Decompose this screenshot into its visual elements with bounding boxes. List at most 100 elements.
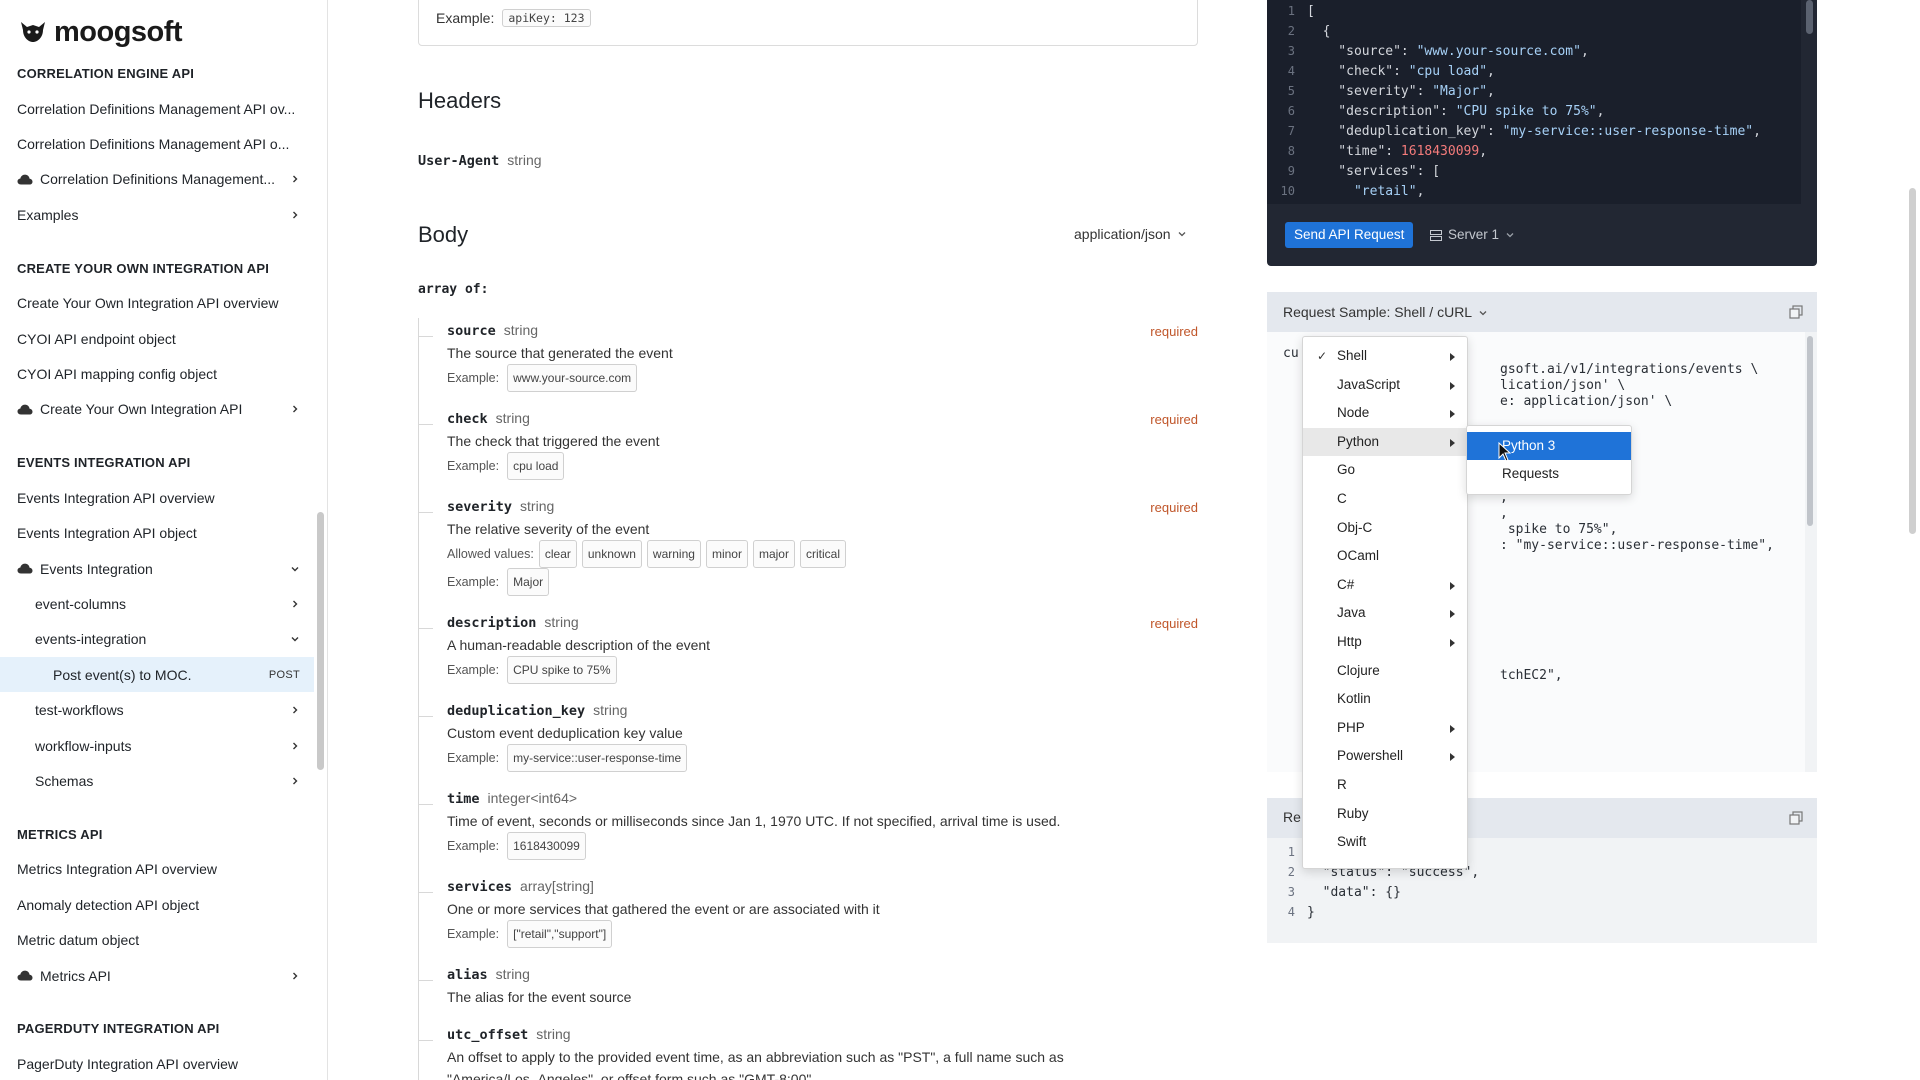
sidebar-item[interactable]: workflow-inputs — [0, 728, 314, 763]
line-number: 3 — [1287, 885, 1295, 899]
sidebar-item-label: CYOI API mapping config object — [17, 366, 217, 383]
language-menu-item[interactable]: Swift — [1303, 828, 1467, 857]
field-header: time integer<int64> — [447, 786, 1198, 810]
sidebar-item-label: Correlation Definitions Management API o… — [17, 100, 296, 117]
sidebar-item[interactable]: Events Integration API object — [0, 516, 314, 551]
allowed-value-tag: critical — [799, 540, 846, 568]
language-menu-item-label: R — [1337, 776, 1347, 792]
sidebar-item-label: Correlation Definitions Management... — [40, 171, 276, 188]
send-api-request-button[interactable]: Send API Request — [1285, 222, 1414, 248]
language-menu-item[interactable]: PHP — [1303, 714, 1467, 743]
field-example: Example: cpu load — [447, 452, 1198, 480]
code-text: [ — [1307, 4, 1315, 19]
sidebar-item[interactable]: Create Your Own Integration API — [0, 392, 314, 427]
sidebar-item[interactable]: Events Integration — [0, 551, 314, 586]
copy-icon[interactable] — [1789, 811, 1803, 825]
field-example: Example: my-service::user-response-time — [447, 744, 1198, 772]
language-menu-item[interactable]: C — [1303, 485, 1467, 514]
code-key: "services": — [1307, 164, 1433, 179]
field-header: alias string — [447, 962, 1198, 986]
sidebar-item[interactable]: Schemas — [0, 763, 314, 798]
language-menu-item[interactable]: Python — [1303, 427, 1467, 457]
sidebar-item[interactable]: events-integration — [0, 622, 314, 657]
field-header: source string — [447, 318, 1198, 342]
sidebar-item[interactable]: event-columns — [0, 586, 314, 621]
sidebar-item-label: test-workflows — [35, 702, 124, 719]
example-label: Example: — [447, 839, 500, 853]
language-menu-item[interactable]: Powershell — [1303, 742, 1467, 771]
line-number: 1 — [1287, 845, 1295, 859]
sidebar-item[interactable]: CYOI API mapping config object — [0, 356, 314, 391]
sidebar-scrollbar[interactable] — [317, 512, 324, 770]
sidebar-item[interactable]: Metric datum object — [0, 922, 314, 957]
language-menu-item[interactable]: Http — [1303, 628, 1467, 657]
code-line: 10 "retail", — [1267, 181, 1761, 201]
code-number: 1618430099 — [1400, 144, 1480, 159]
body-field: check string required The check that trigge… — [418, 406, 1198, 494]
sidebar-item[interactable]: Metrics API — [0, 958, 314, 993]
field-name: utc_offset — [447, 1027, 529, 1043]
request-code-fragment: : "my-service::user-response-time", — [1500, 538, 1774, 553]
language-menu-item-label: PHP — [1337, 719, 1365, 735]
field-type: integer<int64> — [487, 790, 578, 806]
sidebar-item[interactable]: PagerDuty Integration API overview — [0, 1046, 314, 1080]
body-field: deduplication_key string Custom event dedu… — [418, 698, 1198, 786]
language-menu-item[interactable]: C# — [1303, 571, 1467, 600]
language-menu-item[interactable]: Go — [1303, 456, 1467, 485]
field-name: deduplication_key — [447, 703, 586, 719]
request-body-code[interactable]: 1[2 {3 "source": "www.your-source.com", 4… — [1267, 0, 1813, 204]
server-value: Server 1 — [1448, 227, 1500, 242]
code-string: "Major" — [1432, 84, 1488, 99]
sidebar-item[interactable]: Correlation Definitions Management API o… — [0, 126, 314, 161]
mouse-cursor-icon — [1498, 442, 1512, 462]
code-text: { — [1307, 24, 1331, 39]
sidebar-item[interactable]: CYOI API endpoint object — [0, 321, 314, 356]
field-name: services — [447, 879, 513, 895]
sidebar-item[interactable]: Create Your Own Integration API overview — [0, 286, 314, 321]
example-label: Example: — [436, 10, 495, 26]
language-menu-item[interactable]: OCaml — [1303, 542, 1467, 571]
language-menu-item-label: Swift — [1337, 834, 1367, 850]
sidebar-item[interactable]: Examples — [0, 197, 314, 232]
language-menu-item-label: JavaScript — [1337, 376, 1401, 392]
sidebar-item[interactable]: Correlation Definitions Management... — [0, 162, 314, 197]
language-menu-item[interactable]: Obj-C — [1303, 514, 1467, 543]
moogsoft-logo-icon — [21, 22, 45, 42]
language-menu-item[interactable]: ✓ Shell — [1303, 342, 1467, 371]
code-string: "my-service::user-response-time" — [1502, 124, 1754, 139]
editor-scrollbar[interactable] — [1806, 0, 1813, 34]
python-submenu-item[interactable]: Requests — [1467, 460, 1631, 488]
field-description: Custom event deduplication key value — [447, 725, 683, 741]
language-menu-item[interactable]: Node — [1303, 399, 1467, 428]
sidebar-item[interactable]: Events Integration API overview — [0, 480, 314, 515]
request-sample-scrollbar[interactable] — [1807, 336, 1813, 526]
code-line: 2 { — [1267, 21, 1761, 41]
sidebar-item[interactable]: Anomaly detection API object — [0, 887, 314, 922]
sidebar-item[interactable]: Metrics Integration API overview — [0, 852, 314, 887]
content-type-select[interactable]: application/json — [1074, 226, 1187, 242]
chevron-right-icon — [293, 742, 298, 750]
code-key: "source": — [1307, 44, 1417, 59]
nav-section-title: PAGERDUTY INTEGRATION API — [17, 1021, 220, 1037]
language-menu: ✓ Shell JavaScript Node Python Go C Obj-C OCaml C… — [1302, 336, 1468, 869]
http-method-badge: POST — [268, 668, 300, 681]
field-type: string — [536, 1026, 571, 1042]
request-sample-language-select[interactable]: Request Sample: Shell / cURL — [1277, 300, 1495, 325]
language-menu-item[interactable]: R — [1303, 771, 1467, 800]
copy-icon[interactable] — [1789, 305, 1803, 319]
server-select[interactable]: Server 1 — [1430, 222, 1515, 248]
logo[interactable]: moogsoft — [18, 14, 183, 50]
language-menu-item[interactable]: Clojure — [1303, 657, 1467, 686]
language-menu-item[interactable]: JavaScript — [1303, 371, 1467, 400]
sidebar-item[interactable]: test-workflows — [0, 692, 314, 727]
page-scrollbar[interactable] — [1909, 188, 1916, 534]
language-menu-item[interactable]: Ruby — [1303, 800, 1467, 829]
code-punct: , — [1753, 124, 1761, 139]
python-submenu-item[interactable]: Python 3 — [1467, 432, 1631, 460]
sidebar-item[interactable]: Post event(s) to MOC. POST — [0, 657, 314, 693]
chevron-down-icon — [1178, 232, 1185, 237]
language-menu-item[interactable]: Kotlin — [1303, 685, 1467, 714]
sidebar-item[interactable]: Correlation Definitions Management API o… — [0, 91, 314, 126]
language-menu-item[interactable]: Java — [1303, 599, 1467, 628]
field-name: source — [447, 323, 496, 339]
